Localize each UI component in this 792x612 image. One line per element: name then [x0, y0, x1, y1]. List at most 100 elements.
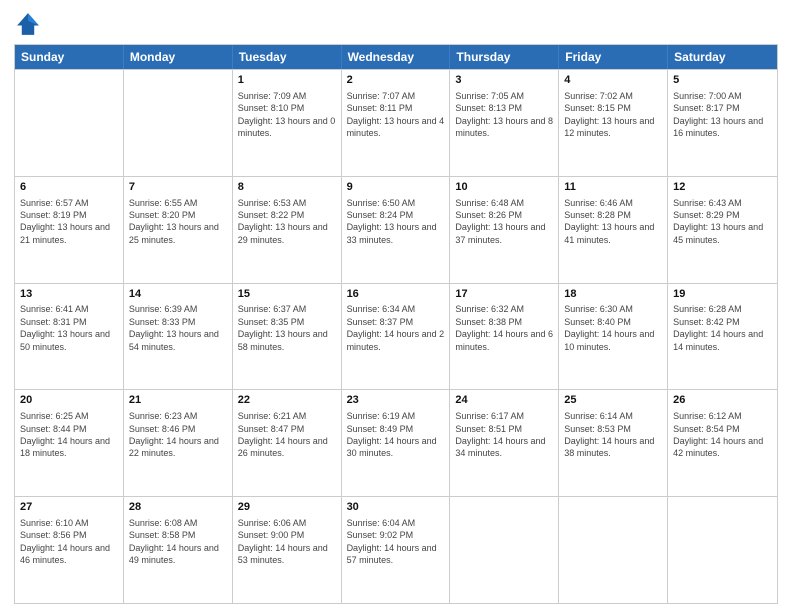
day-info: Sunrise: 7:09 AMSunset: 8:10 PMDaylight:…	[238, 90, 336, 140]
day-info: Sunrise: 6:53 AMSunset: 8:22 PMDaylight:…	[238, 197, 336, 247]
day-number: 9	[347, 180, 445, 195]
empty-cell	[124, 70, 233, 176]
day-number: 19	[673, 287, 772, 302]
day-cell-29: 29Sunrise: 6:06 AMSunset: 9:00 PMDayligh…	[233, 497, 342, 603]
day-info: Sunrise: 7:05 AMSunset: 8:13 PMDaylight:…	[455, 90, 553, 140]
day-number: 1	[238, 73, 336, 88]
day-number: 10	[455, 180, 553, 195]
day-number: 18	[564, 287, 662, 302]
day-info: Sunrise: 6:43 AMSunset: 8:29 PMDaylight:…	[673, 197, 772, 247]
day-number: 20	[20, 393, 118, 408]
day-number: 17	[455, 287, 553, 302]
day-info: Sunrise: 6:17 AMSunset: 8:51 PMDaylight:…	[455, 410, 553, 460]
day-info: Sunrise: 6:46 AMSunset: 8:28 PMDaylight:…	[564, 197, 662, 247]
day-info: Sunrise: 6:06 AMSunset: 9:00 PMDaylight:…	[238, 517, 336, 567]
day-info: Sunrise: 6:41 AMSunset: 8:31 PMDaylight:…	[20, 303, 118, 353]
day-cell-7: 7 Sunrise: 6:55 AMSunset: 8:20 PMDaylight…	[124, 177, 233, 283]
empty-cell	[450, 497, 559, 603]
day-cell-11: 11 Sunrise: 6:46 AMSunset: 8:28 PMDayligh…	[559, 177, 668, 283]
day-info: Sunrise: 6:10 AMSunset: 8:56 PMDaylight:…	[20, 517, 118, 567]
page: SundayMondayTuesdayWednesdayThursdayFrid…	[0, 0, 792, 612]
day-cell-20: 20 Sunrise: 6:25 AMSunset: 8:44 PMDayligh…	[15, 390, 124, 496]
day-number: 5	[673, 73, 772, 88]
day-cell-19: 19Sunrise: 6:28 AMSunset: 8:42 PMDayligh…	[668, 284, 777, 390]
day-number: 12	[673, 180, 772, 195]
day-number: 21	[129, 393, 227, 408]
day-number: 28	[129, 500, 227, 515]
empty-cell	[668, 497, 777, 603]
day-cell-26: 26 Sunrise: 6:12 AMSunset: 8:54 PMDayligh…	[668, 390, 777, 496]
day-cell-17: 17Sunrise: 6:32 AMSunset: 8:38 PMDayligh…	[450, 284, 559, 390]
day-info: Sunrise: 6:14 AMSunset: 8:53 PMDaylight:…	[564, 410, 662, 460]
day-number: 16	[347, 287, 445, 302]
day-cell-27: 27 Sunrise: 6:10 AMSunset: 8:56 PMDayligh…	[15, 497, 124, 603]
day-info: Sunrise: 6:28 AMSunset: 8:42 PMDaylight:…	[673, 303, 772, 353]
day-cell-25: 25 Sunrise: 6:14 AMSunset: 8:53 PMDayligh…	[559, 390, 668, 496]
day-cell-2: 2 Sunrise: 7:07 AMSunset: 8:11 PMDaylight…	[342, 70, 451, 176]
day-number: 6	[20, 180, 118, 195]
empty-cell	[15, 70, 124, 176]
day-cell-12: 12 Sunrise: 6:43 AMSunset: 8:29 PMDayligh…	[668, 177, 777, 283]
day-cell-14: 14Sunrise: 6:39 AMSunset: 8:33 PMDayligh…	[124, 284, 233, 390]
empty-cell	[559, 497, 668, 603]
day-info: Sunrise: 6:04 AMSunset: 9:02 PMDaylight:…	[347, 517, 445, 567]
day-cell-28: 28 Sunrise: 6:08 AMSunset: 8:58 PMDayligh…	[124, 497, 233, 603]
logo	[14, 10, 46, 38]
day-number: 24	[455, 393, 553, 408]
day-info: Sunrise: 6:55 AMSunset: 8:20 PMDaylight:…	[129, 197, 227, 247]
day-cell-10: 10 Sunrise: 6:48 AMSunset: 8:26 PMDayligh…	[450, 177, 559, 283]
week-row-2: 6 Sunrise: 6:57 AMSunset: 8:19 PMDaylight…	[15, 176, 777, 283]
day-cell-5: 5 Sunrise: 7:00 AMSunset: 8:17 PMDaylight…	[668, 70, 777, 176]
day-number: 2	[347, 73, 445, 88]
day-info: Sunrise: 6:39 AMSunset: 8:33 PMDaylight:…	[129, 303, 227, 353]
week-row-4: 20 Sunrise: 6:25 AMSunset: 8:44 PMDayligh…	[15, 389, 777, 496]
day-cell-24: 24 Sunrise: 6:17 AMSunset: 8:51 PMDayligh…	[450, 390, 559, 496]
day-cell-18: 18Sunrise: 6:30 AMSunset: 8:40 PMDayligh…	[559, 284, 668, 390]
header-day-thursday: Thursday	[450, 45, 559, 69]
day-info: Sunrise: 6:57 AMSunset: 8:19 PMDaylight:…	[20, 197, 118, 247]
day-number: 30	[347, 500, 445, 515]
day-cell-21: 21 Sunrise: 6:23 AMSunset: 8:46 PMDayligh…	[124, 390, 233, 496]
day-number: 15	[238, 287, 336, 302]
day-cell-1: 1 Sunrise: 7:09 AMSunset: 8:10 PMDaylight…	[233, 70, 342, 176]
day-cell-8: 8 Sunrise: 6:53 AMSunset: 8:22 PMDaylight…	[233, 177, 342, 283]
day-cell-22: 22Sunrise: 6:21 AMSunset: 8:47 PMDayligh…	[233, 390, 342, 496]
day-cell-16: 16Sunrise: 6:34 AMSunset: 8:37 PMDayligh…	[342, 284, 451, 390]
logo-icon	[14, 10, 42, 38]
header-day-sunday: Sunday	[15, 45, 124, 69]
day-cell-6: 6 Sunrise: 6:57 AMSunset: 8:19 PMDaylight…	[15, 177, 124, 283]
day-cell-13: 13Sunrise: 6:41 AMSunset: 8:31 PMDayligh…	[15, 284, 124, 390]
day-number: 13	[20, 287, 118, 302]
header-day-monday: Monday	[124, 45, 233, 69]
day-info: Sunrise: 6:19 AMSunset: 8:49 PMDaylight:…	[347, 410, 445, 460]
header-day-saturday: Saturday	[668, 45, 777, 69]
day-info: Sunrise: 6:30 AMSunset: 8:40 PMDaylight:…	[564, 303, 662, 353]
day-info: Sunrise: 6:23 AMSunset: 8:46 PMDaylight:…	[129, 410, 227, 460]
day-number: 25	[564, 393, 662, 408]
day-number: 8	[238, 180, 336, 195]
day-info: Sunrise: 7:07 AMSunset: 8:11 PMDaylight:…	[347, 90, 445, 140]
day-cell-23: 23Sunrise: 6:19 AMSunset: 8:49 PMDayligh…	[342, 390, 451, 496]
week-row-1: 1 Sunrise: 7:09 AMSunset: 8:10 PMDaylight…	[15, 69, 777, 176]
day-number: 3	[455, 73, 553, 88]
week-row-5: 27 Sunrise: 6:10 AMSunset: 8:56 PMDayligh…	[15, 496, 777, 603]
day-info: Sunrise: 7:00 AMSunset: 8:17 PMDaylight:…	[673, 90, 772, 140]
header-day-wednesday: Wednesday	[342, 45, 451, 69]
day-number: 26	[673, 393, 772, 408]
day-info: Sunrise: 6:25 AMSunset: 8:44 PMDaylight:…	[20, 410, 118, 460]
day-cell-15: 15Sunrise: 6:37 AMSunset: 8:35 PMDayligh…	[233, 284, 342, 390]
day-info: Sunrise: 6:32 AMSunset: 8:38 PMDaylight:…	[455, 303, 553, 353]
day-info: Sunrise: 6:08 AMSunset: 8:58 PMDaylight:…	[129, 517, 227, 567]
day-number: 27	[20, 500, 118, 515]
day-info: Sunrise: 6:12 AMSunset: 8:54 PMDaylight:…	[673, 410, 772, 460]
day-number: 22	[238, 393, 336, 408]
week-row-3: 13Sunrise: 6:41 AMSunset: 8:31 PMDayligh…	[15, 283, 777, 390]
day-cell-9: 9Sunrise: 6:50 AMSunset: 8:24 PMDaylight…	[342, 177, 451, 283]
day-cell-3: 3 Sunrise: 7:05 AMSunset: 8:13 PMDaylight…	[450, 70, 559, 176]
day-info: Sunrise: 6:37 AMSunset: 8:35 PMDaylight:…	[238, 303, 336, 353]
day-cell-30: 30 Sunrise: 6:04 AMSunset: 9:02 PMDayligh…	[342, 497, 451, 603]
day-info: Sunrise: 6:48 AMSunset: 8:26 PMDaylight:…	[455, 197, 553, 247]
day-info: Sunrise: 6:34 AMSunset: 8:37 PMDaylight:…	[347, 303, 445, 353]
day-number: 11	[564, 180, 662, 195]
day-number: 7	[129, 180, 227, 195]
